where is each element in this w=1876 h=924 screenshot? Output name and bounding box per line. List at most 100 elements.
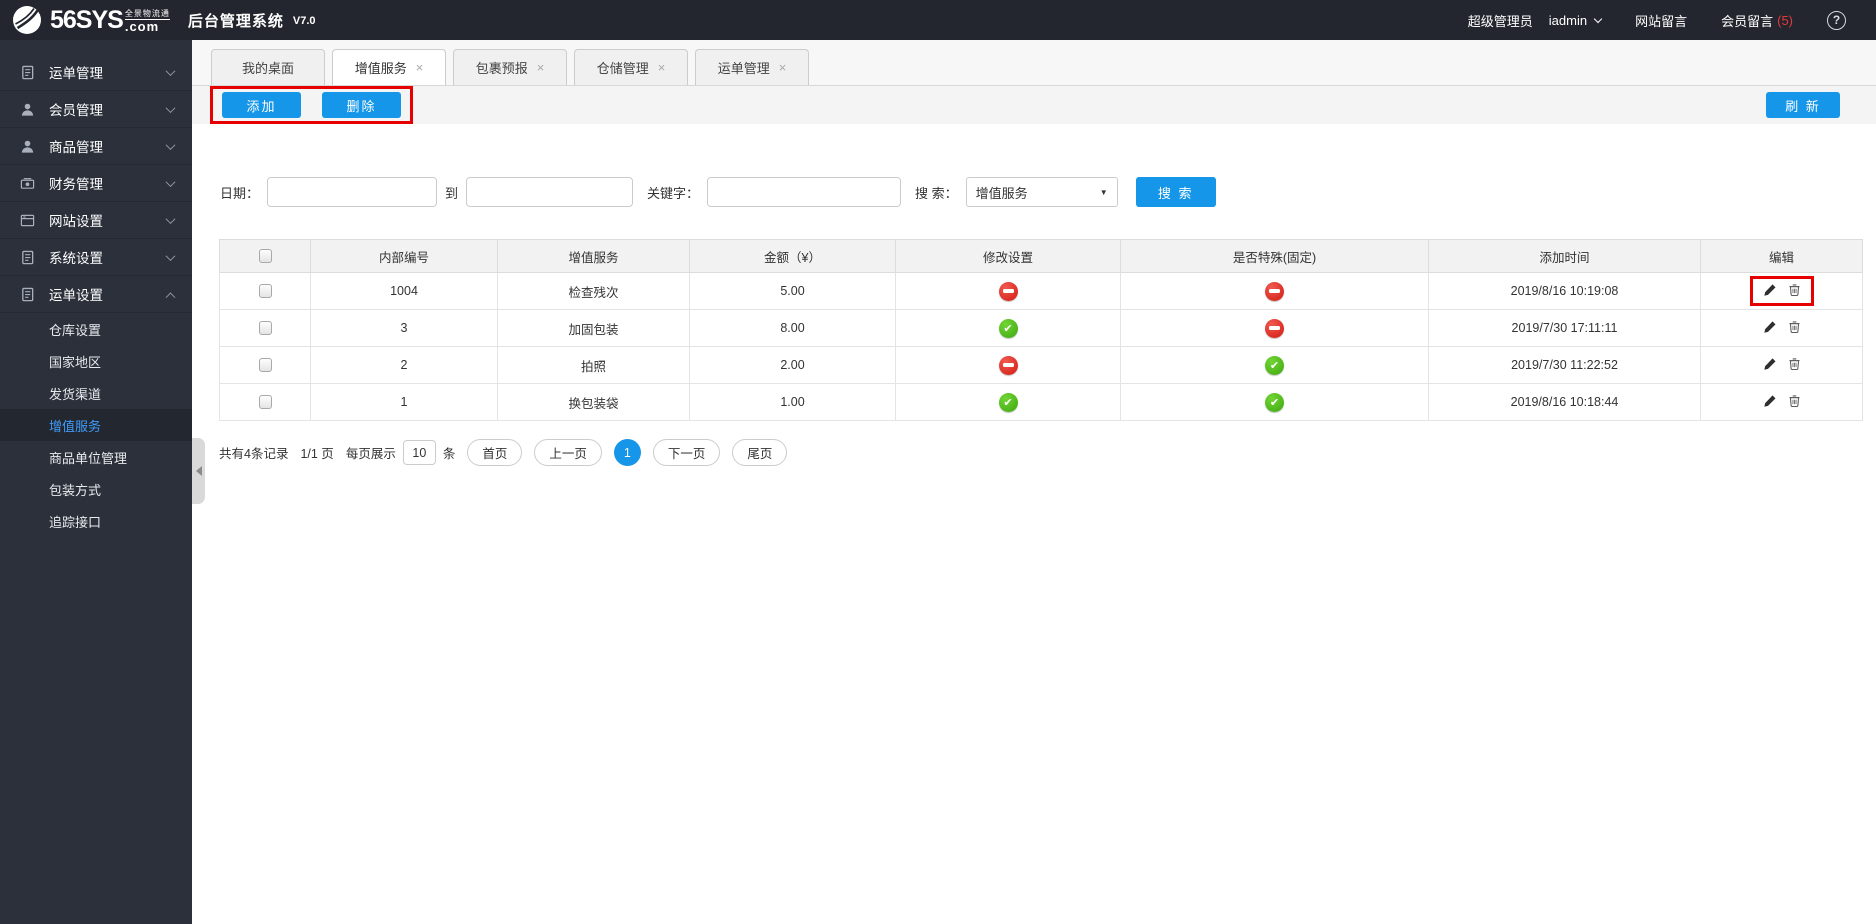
finance-icon	[20, 176, 36, 191]
edit-pencil-icon[interactable]	[1763, 357, 1777, 371]
row-checkbox[interactable]	[258, 321, 272, 336]
tab-我的桌面[interactable]: 我的桌面	[211, 49, 325, 85]
site-messages-link[interactable]: 网站留言	[1635, 11, 1687, 30]
sidebar-item-4[interactable]: 网站设置	[0, 202, 192, 239]
column-header: 修改设置	[895, 239, 1121, 273]
chevron-down-icon	[165, 213, 176, 224]
cell-special-status	[1120, 309, 1429, 347]
chevron-down-icon	[165, 65, 176, 76]
delete-trash-icon[interactable]	[1788, 394, 1801, 407]
sidebar-item-2[interactable]: 商品管理	[0, 128, 192, 165]
current-page-button[interactable]: 1	[613, 439, 641, 466]
disabled-forbidden-icon[interactable]	[1265, 318, 1284, 338]
row-checkbox-cell	[219, 272, 311, 310]
tab-仓储管理[interactable]: 仓储管理 ×	[574, 49, 688, 85]
column-header: 编辑	[1700, 239, 1863, 273]
sidebar-subitem-label: 追踪接口	[49, 514, 102, 530]
website-icon	[20, 213, 36, 228]
date-from-input[interactable]	[267, 177, 438, 207]
edit-icon-group	[1763, 357, 1801, 371]
enabled-check-icon[interactable]: ✔	[1265, 392, 1284, 412]
tab-close-icon[interactable]: ×	[416, 61, 424, 74]
sidebar-subitem[interactable]: 商品单位管理	[0, 441, 192, 473]
sidebar-subitem[interactable]: 增值服务	[0, 409, 192, 441]
sidebar-item-1[interactable]: 会员管理	[0, 91, 192, 128]
delete-trash-icon[interactable]	[1788, 320, 1801, 333]
add-button[interactable]: 添加	[222, 92, 301, 118]
disabled-forbidden-icon[interactable]	[998, 355, 1018, 375]
cell-edit	[1700, 346, 1863, 384]
app-version: V7.0	[292, 15, 316, 27]
row-checkbox[interactable]	[258, 284, 272, 299]
first-page-button[interactable]: 首页	[467, 439, 523, 466]
enabled-check-icon[interactable]: ✔	[998, 318, 1018, 338]
cell-amount: 8.00	[689, 309, 896, 347]
disabled-forbidden-icon[interactable]	[1265, 281, 1284, 301]
per-page-input[interactable]: 10	[402, 440, 436, 465]
cell-special-status	[1120, 272, 1429, 310]
cell-service: 加固包装	[497, 309, 690, 347]
tab-close-icon[interactable]: ×	[779, 61, 787, 74]
sidebar-subitem-label: 增值服务	[49, 418, 102, 434]
table-header-row: 内部编号 增值服务 金额（¥） 修改设置 是否特殊(固定) 添加时间 编辑	[219, 239, 1863, 273]
edit-pencil-icon[interactable]	[1763, 394, 1777, 408]
sidebar-item-label: 商品管理	[49, 140, 103, 155]
tab-增值服务[interactable]: 增值服务 ×	[332, 49, 446, 85]
chevron-down-icon	[165, 250, 176, 261]
cell-edit	[1700, 272, 1863, 310]
keyword-input[interactable]	[707, 177, 902, 207]
sidebar-subitem[interactable]: 国家地区	[0, 345, 192, 377]
services-table-wrap: 内部编号 增值服务 金额（¥） 修改设置 是否特殊(固定) 添加时间 编辑 1004 检查残次…	[219, 239, 1863, 421]
tab-包裹预报[interactable]: 包裹预报 ×	[453, 49, 567, 85]
help-icon[interactable]: ?	[1827, 10, 1846, 30]
sidebar-subitem[interactable]: 追踪接口	[0, 505, 192, 537]
date-label: 日期：	[220, 185, 260, 201]
toolbar: 添加 删除 刷 新	[192, 86, 1876, 124]
row-checkbox[interactable]	[258, 395, 272, 410]
waybill-doc-icon	[20, 287, 36, 302]
sidebar-collapse-handle[interactable]	[192, 438, 205, 504]
arrow-left-icon	[195, 466, 202, 476]
cell-special-status: ✔	[1120, 383, 1429, 421]
disabled-forbidden-icon[interactable]	[998, 281, 1018, 301]
sidebar-item-3[interactable]: 财务管理	[0, 165, 192, 202]
next-page-button[interactable]: 下一页	[652, 439, 721, 466]
delete-trash-icon[interactable]	[1788, 357, 1801, 370]
cell-special-status: ✔	[1120, 346, 1429, 384]
sidebar-subitem[interactable]: 包装方式	[0, 473, 192, 505]
user-dropdown[interactable]: iadmin	[1549, 13, 1603, 28]
tab-close-icon[interactable]: ×	[658, 61, 666, 74]
select-all-checkbox[interactable]	[258, 249, 272, 264]
tab-close-icon[interactable]: ×	[537, 61, 545, 74]
edit-pencil-icon[interactable]	[1763, 283, 1777, 297]
sidebar-subitem-label: 商品单位管理	[49, 450, 128, 466]
cell-amount: 5.00	[689, 272, 896, 310]
prev-page-button[interactable]: 上一页	[534, 439, 602, 466]
records-summary: 共有4条记录	[219, 447, 289, 461]
sidebar-subitem[interactable]: 仓库设置	[0, 313, 192, 345]
sidebar-item-0[interactable]: 运单管理	[0, 54, 192, 91]
last-page-button[interactable]: 尾页	[732, 439, 788, 466]
row-checkbox[interactable]	[258, 358, 272, 373]
cell-edit	[1700, 309, 1863, 347]
search-type-select[interactable]: 增值服务 ▼	[965, 177, 1118, 207]
cell-service: 检查残次	[497, 272, 690, 310]
cell-added-time: 2019/7/30 11:22:52	[1428, 346, 1701, 384]
tab-label: 增值服务	[354, 61, 407, 76]
sidebar-subitem[interactable]: 发货渠道	[0, 377, 192, 409]
column-header: 是否特殊(固定)	[1120, 239, 1429, 273]
sidebar-menu: 运单管理 会员管理商品管理财务管理 网站设置 系统设置 运单设置 仓库设置 国家地区 发货渠道…	[0, 54, 192, 537]
enabled-check-icon[interactable]: ✔	[998, 392, 1018, 412]
enabled-check-icon[interactable]: ✔	[1265, 355, 1284, 375]
member-messages-link[interactable]: 会员留言 (5)	[1721, 11, 1793, 30]
tab-运单管理[interactable]: 运单管理 ×	[695, 49, 809, 85]
sidebar-item-5[interactable]: 系统设置	[0, 239, 192, 276]
date-to-input[interactable]	[466, 177, 634, 207]
refresh-button[interactable]: 刷 新	[1766, 92, 1840, 118]
delete-button[interactable]: 删除	[322, 92, 401, 118]
sidebar-item-6[interactable]: 运单设置	[0, 276, 192, 313]
cell-amount: 1.00	[689, 383, 896, 421]
search-button[interactable]: 搜 索	[1135, 177, 1216, 207]
delete-trash-icon[interactable]	[1788, 283, 1801, 296]
edit-pencil-icon[interactable]	[1763, 320, 1777, 334]
